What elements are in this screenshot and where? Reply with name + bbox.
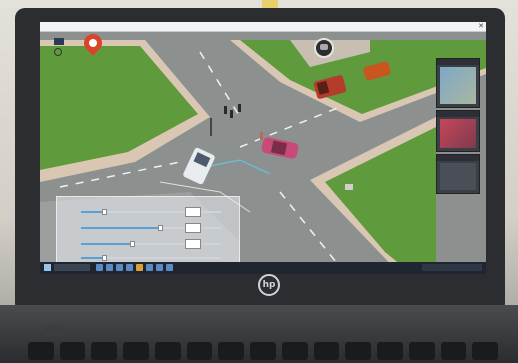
taskbar-app-icon[interactable] bbox=[106, 264, 113, 271]
key bbox=[91, 342, 118, 360]
laptop-hinge bbox=[45, 326, 63, 336]
slider-fill bbox=[81, 227, 158, 229]
key bbox=[28, 342, 54, 360]
pedestrian bbox=[238, 104, 241, 112]
key bbox=[123, 342, 149, 360]
taskbar-app-icon[interactable] bbox=[146, 264, 153, 271]
laptop-screen: ✕ bbox=[40, 22, 486, 274]
pedestrian bbox=[224, 106, 227, 114]
key bbox=[218, 342, 245, 360]
windows-taskbar bbox=[40, 262, 486, 274]
slider-knob[interactable] bbox=[102, 209, 107, 215]
panel-title bbox=[437, 111, 479, 117]
key bbox=[472, 342, 499, 360]
window-titlebar: ✕ bbox=[40, 22, 486, 32]
panel-title bbox=[437, 155, 479, 161]
cone bbox=[260, 132, 263, 140]
taskbar-search[interactable] bbox=[54, 264, 90, 271]
hp-logo: hp bbox=[258, 274, 280, 296]
key bbox=[377, 342, 403, 360]
taskbar-app-icon[interactable] bbox=[96, 264, 103, 271]
pedestrian bbox=[230, 110, 233, 118]
key bbox=[154, 342, 181, 360]
key bbox=[345, 342, 372, 360]
slider-4[interactable] bbox=[81, 255, 221, 261]
system-tray bbox=[422, 264, 482, 271]
debris bbox=[345, 184, 353, 190]
taskbar-app-icon[interactable] bbox=[136, 264, 143, 271]
key bbox=[313, 342, 340, 360]
taskbar-app-icon[interactable] bbox=[116, 264, 123, 271]
side-panel-1[interactable] bbox=[436, 58, 480, 108]
key bbox=[408, 342, 435, 360]
slider-fill bbox=[81, 211, 102, 213]
panel-title bbox=[437, 59, 479, 65]
slider-knob[interactable] bbox=[130, 241, 135, 247]
slider-1-value-box bbox=[185, 207, 201, 217]
slider-knob[interactable] bbox=[102, 255, 107, 261]
keyboard bbox=[28, 342, 499, 362]
camera-view-2 bbox=[440, 119, 476, 148]
key bbox=[186, 342, 213, 360]
slider-fill bbox=[81, 257, 102, 259]
driver-avatar-icon[interactable] bbox=[314, 38, 334, 58]
camera-icon[interactable] bbox=[54, 38, 64, 45]
taskbar-app-icon[interactable] bbox=[126, 264, 133, 271]
key bbox=[250, 342, 276, 360]
start-icon[interactable] bbox=[44, 264, 51, 271]
signal-pole bbox=[210, 118, 212, 136]
key bbox=[440, 342, 467, 360]
key bbox=[281, 342, 308, 360]
taskbar-app-icon[interactable] bbox=[166, 264, 173, 271]
camera-view-3 bbox=[440, 163, 476, 190]
key bbox=[59, 342, 86, 360]
settings-icon[interactable] bbox=[54, 48, 62, 56]
slider-3-value-box bbox=[185, 239, 201, 249]
slider-fill bbox=[81, 243, 130, 245]
slider-knob[interactable] bbox=[158, 225, 163, 231]
side-panel-3[interactable] bbox=[436, 154, 480, 194]
close-icon[interactable]: ✕ bbox=[478, 22, 484, 31]
taskbar-app-icon[interactable] bbox=[156, 264, 163, 271]
camera-view-1 bbox=[440, 67, 476, 104]
control-panel bbox=[56, 196, 240, 268]
side-panel-2[interactable] bbox=[436, 110, 480, 152]
slider-2-value-box bbox=[185, 223, 201, 233]
